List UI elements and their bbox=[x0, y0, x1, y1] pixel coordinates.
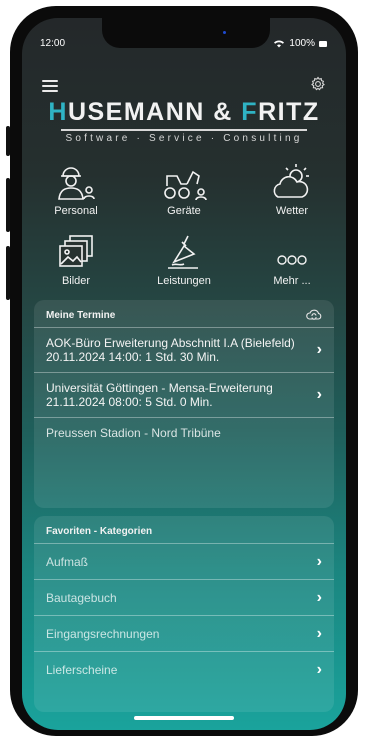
appointments-card: Meine Termine AOK-Büro Erweiterung Absch… bbox=[34, 300, 334, 508]
mute-switch bbox=[6, 126, 10, 156]
volume-down-button bbox=[6, 246, 10, 300]
excavator-icon bbox=[130, 158, 238, 202]
favorite-label: Lieferscheine bbox=[46, 663, 118, 677]
status-indicators: 100% bbox=[273, 38, 328, 49]
trowel-icon bbox=[130, 228, 238, 272]
battery-percent: 100% bbox=[289, 38, 315, 49]
tile-label: Leistungen bbox=[157, 275, 211, 287]
favorite-item-aufmass[interactable]: Aufmaß › bbox=[34, 543, 334, 579]
favorite-label: Aufmaß bbox=[46, 555, 89, 569]
appointment-date: 21.11.2024 08:00: 5 Std. 0 Min. bbox=[46, 395, 213, 409]
tile-leistungen[interactable]: Leistungen bbox=[130, 228, 238, 287]
favorites-card: Favoriten - Kategorien Aufmaß › Bautageb… bbox=[34, 516, 334, 712]
chevron-right-icon: › bbox=[316, 341, 322, 358]
tile-label: Geräte bbox=[167, 205, 201, 217]
photos-icon bbox=[22, 228, 130, 272]
appointment-item[interactable]: AOK-Büro Erweiterung Abschnitt I.A (Biel… bbox=[34, 327, 334, 372]
volume-up-button bbox=[6, 178, 10, 232]
tile-label: Wetter bbox=[275, 205, 309, 217]
more-icon bbox=[238, 228, 346, 272]
favorite-item-eingangsrechnungen[interactable]: Eingangsrechnungen › bbox=[34, 615, 334, 651]
wifi-icon bbox=[274, 40, 285, 48]
cloud-sync-icon[interactable] bbox=[306, 308, 322, 321]
chevron-right-icon: › bbox=[316, 588, 322, 606]
chevron-right-icon: › bbox=[316, 660, 322, 678]
menu-icon[interactable] bbox=[42, 80, 58, 92]
favorite-label: Bautagebuch bbox=[46, 591, 117, 605]
chevron-right-icon: › bbox=[316, 624, 322, 642]
tile-label: Mehr ... bbox=[273, 275, 311, 287]
tile-wetter[interactable]: Wetter bbox=[238, 158, 346, 217]
logo-tagline: Software · Service · Consulting bbox=[65, 133, 303, 144]
tile-label: Bilder bbox=[61, 275, 91, 287]
weather-icon bbox=[238, 158, 346, 202]
battery-icon bbox=[319, 40, 327, 47]
tile-geraete[interactable]: Geräte bbox=[130, 158, 238, 217]
notch bbox=[102, 18, 270, 48]
tile-personal[interactable]: Personal bbox=[22, 158, 130, 217]
appointments-title: Meine Termine bbox=[34, 300, 334, 327]
favorite-label: Eingangsrechnungen bbox=[46, 627, 160, 641]
company-logo: HUSEMANN & FRITZ Software · Service · Co… bbox=[22, 98, 346, 144]
appointment-item[interactable]: Universität Göttingen - Mensa-Erweiterun… bbox=[34, 372, 334, 417]
tile-mehr[interactable]: Mehr ... bbox=[238, 228, 346, 287]
appointment-title: Preussen Stadion - Nord Tribüne bbox=[46, 426, 221, 440]
appointment-date: 20.11.2024 14:00: 1 Std. 30 Min. bbox=[46, 350, 220, 364]
status-time: 12:00 bbox=[40, 38, 66, 49]
favorites-title: Favoriten - Kategorien bbox=[46, 526, 153, 537]
tile-label: Personal bbox=[54, 205, 98, 217]
appointment-title: AOK-Büro Erweiterung Abschnitt I.A (Biel… bbox=[46, 336, 295, 350]
tile-bilder[interactable]: Bilder bbox=[22, 228, 130, 287]
chevron-right-icon: › bbox=[316, 552, 322, 570]
home-indicator[interactable] bbox=[134, 716, 234, 720]
appointment-item[interactable]: Preussen Stadion - Nord Tribüne bbox=[34, 417, 334, 447]
favorite-item-lieferscheine[interactable]: Lieferscheine › bbox=[34, 651, 334, 687]
chevron-right-icon: › bbox=[316, 386, 322, 403]
favorite-item-bautagebuch[interactable]: Bautagebuch › bbox=[34, 579, 334, 615]
person-icon bbox=[22, 158, 130, 202]
gear-icon[interactable] bbox=[310, 76, 326, 97]
app-screen: 12:00 100% HUSEMANN & FRITZ Software · S… bbox=[22, 18, 346, 730]
appointment-title: Universität Göttingen - Mensa-Erweiterun… bbox=[46, 381, 273, 395]
